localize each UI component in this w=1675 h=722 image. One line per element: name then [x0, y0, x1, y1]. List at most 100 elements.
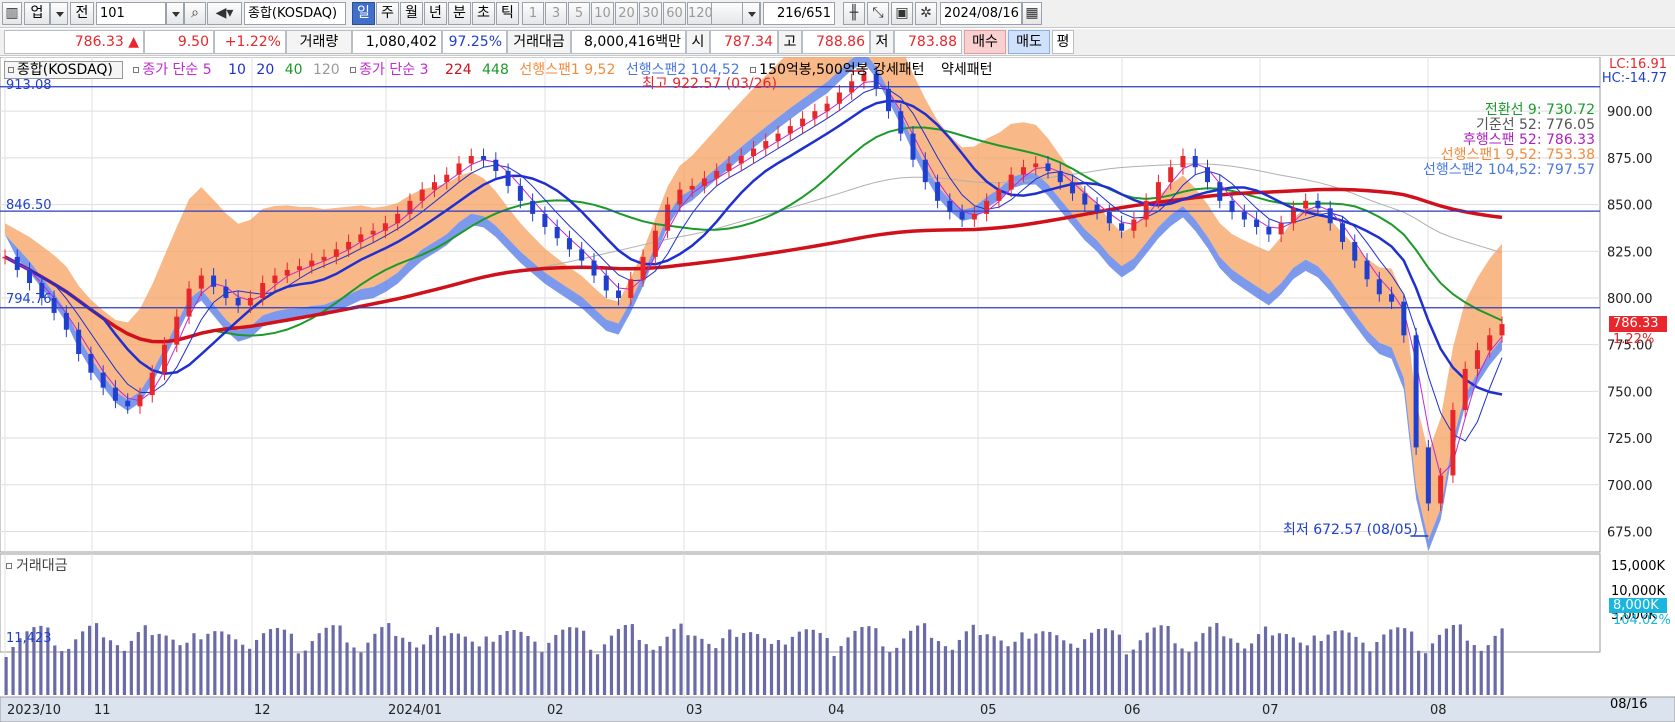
- date-axis-tick: 02: [547, 703, 564, 718]
- volume-bar: [665, 636, 669, 695]
- count-display[interactable]: 216/651: [763, 2, 835, 25]
- interval-button[interactable]: 120: [687, 2, 712, 25]
- volume-bar: [1243, 648, 1247, 695]
- volume-bar: [1152, 627, 1156, 695]
- candle-body: [235, 297, 241, 306]
- candle-icon[interactable]: ╫: [843, 2, 865, 25]
- volume-bar: [129, 640, 133, 695]
- ichimoku-span2: 선행스팬2 104,52: 797.57: [1422, 162, 1595, 178]
- candle-body: [247, 297, 253, 306]
- volume-bar: [435, 627, 440, 695]
- layout-icon[interactable]: ▥: [2, 2, 22, 25]
- volume-bar: [324, 627, 328, 695]
- interval-button[interactable]: 20: [615, 2, 638, 25]
- volume-bar: [909, 630, 913, 695]
- volume-bar: [498, 635, 502, 695]
- volume-bar: [1201, 633, 1205, 695]
- period-tab[interactable]: 틱: [496, 2, 519, 25]
- gear-icon[interactable]: ✲: [915, 2, 937, 25]
- type-dropdown-button[interactable]: [50, 2, 68, 25]
- candle-body: [407, 200, 413, 214]
- candle-body: [63, 312, 69, 330]
- candle-body: [100, 372, 106, 388]
- period-tab[interactable]: 주: [376, 2, 399, 25]
- code-dropdown-button[interactable]: [166, 2, 184, 25]
- code-input[interactable]: 101: [96, 2, 166, 25]
- candle-body: [162, 344, 168, 373]
- volume-bar: [1138, 640, 1142, 695]
- volume-bar: [540, 652, 544, 695]
- volume-bar: [4, 657, 8, 695]
- volume-bar: [1166, 626, 1170, 695]
- volume-bar: [846, 637, 850, 695]
- volume-bar: [387, 623, 391, 695]
- candle-body: [1168, 167, 1174, 183]
- interval-button[interactable]: 3: [545, 2, 567, 25]
- interval-button[interactable]: 1: [522, 2, 544, 25]
- volume-bar: [922, 623, 927, 695]
- legend-market-label: 종합(KOSDAQ): [17, 62, 113, 78]
- interval-button[interactable]: 10: [591, 2, 614, 25]
- candle-body: [1143, 200, 1149, 220]
- interval-button[interactable]: 30: [639, 2, 662, 25]
- buy-button[interactable]: 매수: [964, 30, 1006, 54]
- candle-body: [1082, 193, 1088, 205]
- candle-body: [198, 275, 204, 289]
- search-icon[interactable]: ⌕: [184, 2, 206, 25]
- volume-bar: [1458, 624, 1462, 695]
- save-icon[interactable]: ▣: [891, 2, 913, 25]
- type-select[interactable]: 업: [24, 2, 50, 25]
- volume-bar: [1145, 632, 1149, 695]
- volume-bar: [728, 629, 732, 695]
- volume-bar: [74, 639, 78, 695]
- period-tab[interactable]: 월: [400, 2, 423, 25]
- candle-body: [112, 387, 118, 401]
- speaker-icon[interactable]: ◀▾: [207, 2, 242, 25]
- date-input[interactable]: 2024/08/16: [940, 2, 1022, 25]
- volume-bar: [1340, 630, 1344, 695]
- period-tab[interactable]: 일: [352, 2, 375, 25]
- vol-tag: 8,000K: [1609, 598, 1667, 613]
- volume-bar: [1277, 633, 1282, 695]
- prev-button[interactable]: 전: [70, 2, 94, 25]
- candle-body: [910, 133, 916, 160]
- sell-button[interactable]: 매도: [1008, 30, 1050, 54]
- volume-bar: [1096, 629, 1101, 695]
- volume-bar: [1256, 634, 1261, 695]
- eval-button[interactable]: 평: [1052, 30, 1074, 54]
- volume-bar: [394, 635, 398, 695]
- interval-button[interactable]: 60: [663, 2, 686, 25]
- period-tab[interactable]: 초: [472, 2, 495, 25]
- volume-bar: [1131, 649, 1135, 695]
- candle-body: [1008, 174, 1014, 190]
- candle-body: [1339, 223, 1345, 242]
- blank-dropdown-button[interactable]: [742, 2, 760, 25]
- date-axis-tick: 04: [828, 703, 845, 718]
- candle-body: [689, 185, 695, 190]
- candle-body: [1352, 241, 1358, 261]
- volume-bar: [449, 633, 454, 695]
- price-chart[interactable]: 900.00875.00850.00825.00800.00775.00750.…: [0, 57, 1675, 722]
- candle-body: [125, 400, 131, 407]
- candle-body: [174, 316, 180, 345]
- calendar-icon[interactable]: ▦: [1022, 2, 1042, 25]
- candle-body: [738, 156, 744, 164]
- legend-ma448: 448: [482, 62, 509, 78]
- legend-ma20: 20: [256, 62, 275, 78]
- period-tab[interactable]: 년: [424, 2, 447, 25]
- volume-bar: [1250, 643, 1254, 695]
- trend-icon[interactable]: ⤡: [867, 2, 889, 25]
- date-axis-tick: 2024/01: [388, 703, 442, 718]
- legend-marker-icon: [133, 67, 140, 73]
- volume-bar: [790, 636, 794, 695]
- interval-button[interactable]: 5: [568, 2, 590, 25]
- count-total: /651: [801, 6, 831, 21]
- candle-body: [1487, 335, 1493, 351]
- amount-label: 거래대금: [507, 30, 571, 54]
- volume-bar: [1089, 632, 1094, 695]
- period-tab[interactable]: 분: [448, 2, 471, 25]
- volume-bar: [1417, 650, 1421, 695]
- volume-bar: [797, 631, 801, 695]
- volume-bar: [637, 639, 641, 695]
- chart-area[interactable]: 900.00 875.00 850.00 825.00 800.00 775.00 750.…: [0, 57, 1675, 722]
